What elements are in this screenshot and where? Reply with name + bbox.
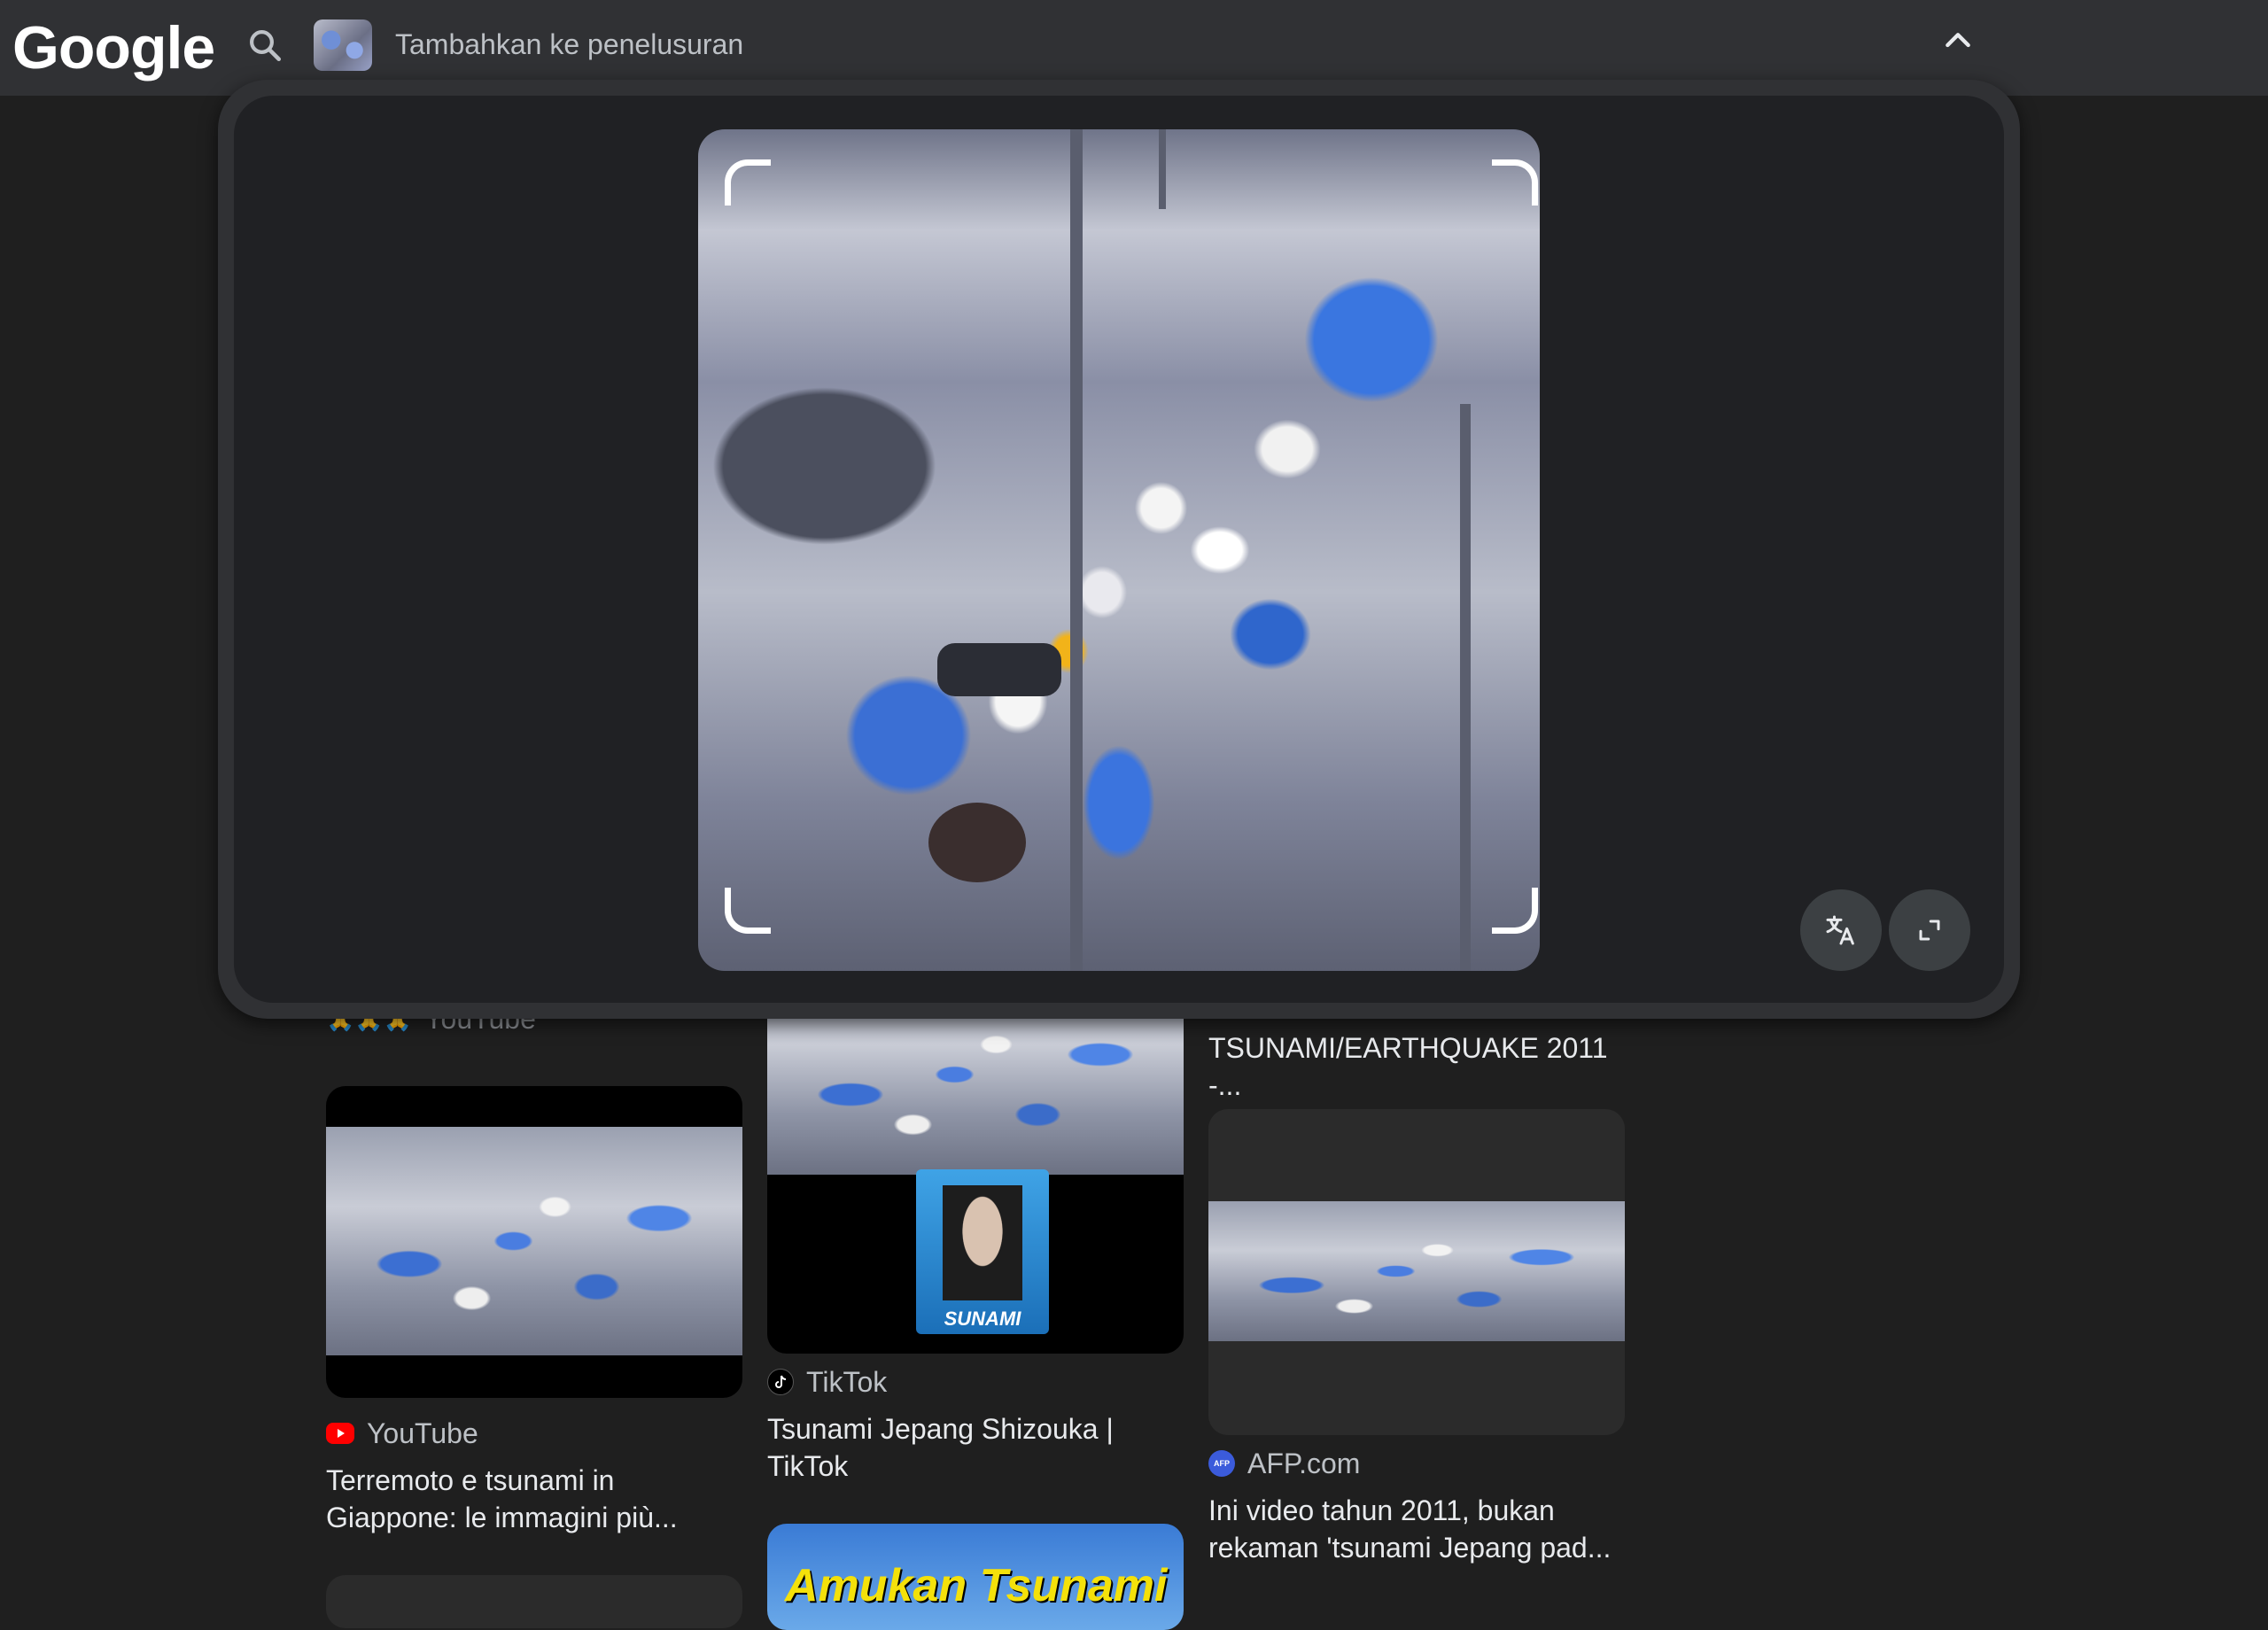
search-icon[interactable] xyxy=(246,27,284,64)
google-logo[interactable]: Google xyxy=(12,12,215,83)
result-thumbnail-afp[interactable] xyxy=(1208,1109,1625,1435)
search-input[interactable]: Tambahkan ke penelusuran xyxy=(395,25,743,64)
query-image[interactable] xyxy=(698,129,1540,971)
result-source-afp[interactable]: AFP AFP.com xyxy=(1208,1446,1360,1481)
result-title-top[interactable]: TSUNAMI/EARTHQUAKE 2011 -... xyxy=(1208,1029,1643,1104)
crop-corner-bottom-left[interactable] xyxy=(725,888,771,934)
result-thumbnail-amukan[interactable]: Amukan Tsunami xyxy=(767,1524,1184,1630)
poster-caption: SUNAMI xyxy=(944,1308,1021,1330)
result-thumbnail-tiktok[interactable]: SUNAMI xyxy=(767,974,1184,1354)
dark-debris xyxy=(928,803,1026,882)
result-title-youtube[interactable]: Terremoto e tsunami in Giappone: le imma… xyxy=(326,1462,751,1536)
translate-button[interactable] xyxy=(1800,889,1882,971)
chevron-up-icon[interactable] xyxy=(1940,23,1976,58)
result-source-name: AFP.com xyxy=(1247,1448,1361,1479)
utility-pole xyxy=(1460,404,1471,971)
crop-corner-top-left[interactable] xyxy=(725,159,771,206)
dark-debris xyxy=(937,643,1061,696)
result-thumbnail-youtube[interactable] xyxy=(326,1086,742,1398)
result-source-name: YouTube xyxy=(367,1417,478,1449)
result-source-youtube[interactable]: YouTube xyxy=(326,1416,478,1451)
crop-corner-top-right[interactable] xyxy=(1492,159,1538,206)
poster-image: SUNAMI xyxy=(916,1169,1049,1334)
video-frame xyxy=(326,1127,742,1355)
result-thumbnail-next[interactable] xyxy=(326,1575,742,1628)
fullscreen-button[interactable] xyxy=(1889,889,1970,971)
portrait xyxy=(943,1185,1022,1300)
video-frame xyxy=(1208,1201,1625,1341)
utility-pole xyxy=(1159,129,1166,209)
youtube-icon xyxy=(326,1423,354,1444)
result-source-name: TikTok xyxy=(806,1366,888,1398)
fullscreen-icon xyxy=(1919,920,1940,941)
translate-icon xyxy=(1826,915,1854,945)
query-image-thumbnail[interactable] xyxy=(314,19,372,71)
utility-pole xyxy=(1070,129,1083,971)
tiktok-icon xyxy=(767,1369,794,1395)
crop-corner-bottom-right[interactable] xyxy=(1492,888,1538,934)
afp-icon: AFP xyxy=(1208,1450,1235,1477)
result-source-tiktok[interactable]: TikTok xyxy=(767,1364,887,1400)
result-title-tiktok[interactable]: Tsunami Jepang Shizouka | TikTok xyxy=(767,1410,1157,1485)
result-title-afp[interactable]: Ini video tahun 2011, bukan rekaman 'tsu… xyxy=(1208,1492,1643,1566)
thumbnail-text: Amukan Tsunami xyxy=(785,1560,1168,1611)
